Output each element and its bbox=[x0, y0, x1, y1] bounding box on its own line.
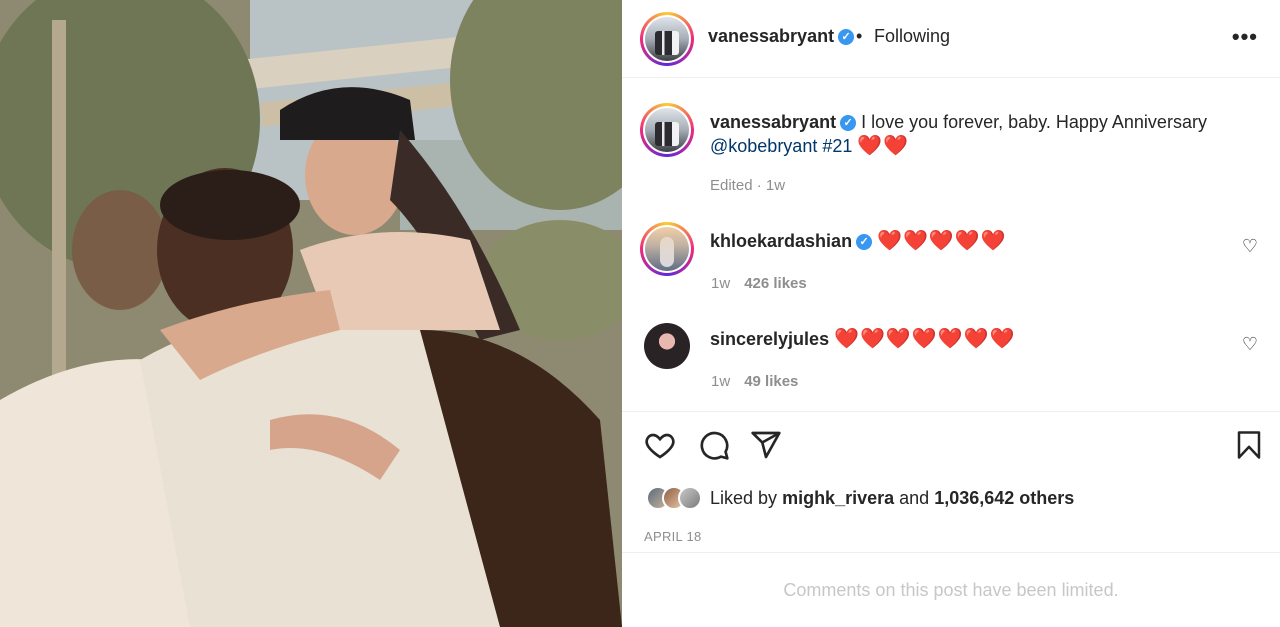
likes-summary[interactable]: Liked by mighk_rivera and 1,036,642 othe… bbox=[646, 486, 1074, 510]
comment-likes[interactable]: 426 likes bbox=[744, 275, 807, 292]
heart-outline-icon[interactable] bbox=[644, 429, 676, 461]
likes-others[interactable]: 1,036,642 others bbox=[934, 488, 1074, 508]
comment-item: khloekardashian ✓ ❤️❤️❤️❤️❤️ bbox=[710, 229, 1190, 253]
comment-like-heart-icon[interactable]: ♡ bbox=[1242, 236, 1258, 257]
caption-text: I love you forever, baby. Happy Annivers… bbox=[861, 112, 1207, 132]
caption-avatar-image bbox=[645, 108, 689, 152]
comment-meta: 1w 426 likes bbox=[711, 275, 807, 292]
separator-dot: • bbox=[856, 26, 863, 46]
following-button[interactable]: Following bbox=[874, 26, 950, 47]
photo-illustration bbox=[0, 0, 622, 627]
caption: vanessabryant ✓ I love you forever, baby.… bbox=[710, 110, 1230, 158]
comment-age: 1w bbox=[711, 373, 731, 390]
post-header: vanessabryant ✓ • Following ••• bbox=[622, 0, 1280, 78]
paper-plane-icon[interactable] bbox=[750, 429, 782, 461]
verified-badge-icon: ✓ bbox=[840, 115, 857, 132]
liked-by-user[interactable]: mighk_rivera bbox=[782, 488, 894, 508]
caption-meta: Edited · 1w bbox=[710, 177, 786, 194]
author-username[interactable]: vanessabryant ✓ bbox=[708, 26, 855, 47]
comments-section: vanessabryant ✓ I love you forever, baby.… bbox=[622, 79, 1280, 412]
speech-bubble-icon[interactable] bbox=[698, 429, 730, 461]
comment-text: ❤️❤️❤️❤️❤️ bbox=[877, 230, 1007, 252]
caption-emoji: ❤️❤️ bbox=[857, 135, 910, 157]
comment-avatar[interactable] bbox=[640, 222, 694, 276]
caption-mention[interactable]: @kobebryant bbox=[710, 136, 817, 156]
caption-hashtag[interactable]: #21 bbox=[822, 136, 852, 156]
author-avatar-image bbox=[645, 17, 689, 61]
liker-avatar bbox=[678, 486, 702, 510]
comment-like-heart-icon[interactable]: ♡ bbox=[1242, 334, 1258, 355]
ellipsis-icon[interactable]: ••• bbox=[1232, 24, 1258, 50]
likes-text: Liked by mighk_rivera and 1,036,642 othe… bbox=[710, 488, 1074, 509]
verified-badge-icon: ✓ bbox=[856, 234, 873, 251]
comment-text: ❤️❤️❤️❤️❤️❤️❤️ bbox=[834, 328, 1016, 350]
author-avatar[interactable] bbox=[640, 12, 694, 66]
comment-username[interactable]: sincerelyjules bbox=[710, 329, 829, 349]
likes-prefix: Liked by bbox=[710, 487, 778, 508]
comment-avatar[interactable] bbox=[644, 323, 690, 369]
comments-limited-notice: Comments on this post have been limited. bbox=[622, 552, 1280, 627]
author-username-text: vanessabryant bbox=[708, 26, 835, 46]
comment-username[interactable]: khloekardashian bbox=[710, 231, 852, 251]
comment-age: 1w bbox=[711, 275, 731, 292]
caption-username[interactable]: vanessabryant bbox=[710, 112, 836, 132]
comment-item: sincerelyjules ❤️❤️❤️❤️❤️❤️❤️ bbox=[710, 327, 1190, 351]
post-panel: vanessabryant ✓ • Following ••• vanessabr… bbox=[622, 0, 1280, 627]
post-date[interactable]: APRIL 18 bbox=[644, 529, 702, 544]
comment-meta: 1w 49 likes bbox=[711, 373, 798, 390]
comment-avatar-image bbox=[645, 227, 689, 271]
likes-and: and bbox=[899, 487, 930, 508]
bookmark-icon[interactable] bbox=[1234, 429, 1264, 461]
action-bar bbox=[622, 413, 1280, 483]
verified-badge-icon: ✓ bbox=[838, 29, 855, 46]
comment-likes[interactable]: 49 likes bbox=[744, 373, 798, 390]
post-photo[interactable] bbox=[0, 0, 622, 627]
caption-avatar[interactable] bbox=[640, 103, 694, 157]
